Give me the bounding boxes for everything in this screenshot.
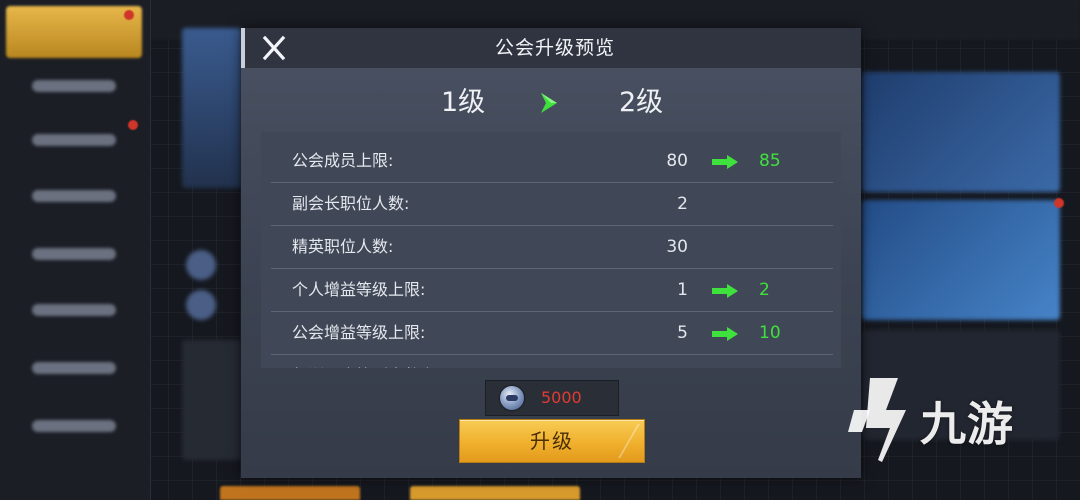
stat-current-value: 1 bbox=[677, 280, 688, 300]
background-icon bbox=[186, 250, 216, 280]
dialog-header: 公会升级预览 bbox=[241, 28, 861, 68]
stat-current-value: 80 bbox=[666, 151, 688, 171]
stat-row-personal-buff-limit: 个人增益等级上限: 1 2 bbox=[271, 269, 833, 312]
upgrade-stats-list[interactable]: 公会成员上限: 80 85 副会长职位人数: 2 精英职位人数: 30 个人增益… bbox=[261, 132, 841, 368]
background-button bbox=[410, 486, 580, 500]
stat-label: 部训公会等到人数上限 bbox=[292, 355, 452, 368]
chevron-right-icon bbox=[541, 93, 557, 113]
cost-value: 5000 bbox=[541, 388, 582, 407]
background-sidebar-item bbox=[14, 176, 138, 216]
jiuyou-watermark: 九游 bbox=[840, 370, 1060, 470]
background-sidebar-item bbox=[14, 120, 138, 160]
upgrade-button-label: 升级 bbox=[530, 429, 574, 453]
background-sidebar-active-tab bbox=[6, 6, 142, 58]
stat-label: 公会增益等级上限: bbox=[292, 323, 426, 342]
background-sidebar-item bbox=[14, 66, 138, 106]
background-banner bbox=[862, 72, 1060, 192]
stat-row-elite-slots: 精英职位人数: 30 bbox=[271, 226, 833, 269]
stat-current-value: 2 bbox=[677, 194, 688, 214]
stat-row-guild-buff-limit: 公会增益等级上限: 5 10 bbox=[271, 312, 833, 355]
watermark-text: 九游 bbox=[920, 397, 1014, 451]
notification-dot bbox=[128, 120, 138, 130]
background-sidebar-item bbox=[14, 348, 138, 388]
background-icon bbox=[186, 290, 216, 320]
stat-row-member-limit: 公会成员上限: 80 85 bbox=[271, 140, 833, 183]
stat-current-value: 40 bbox=[571, 355, 688, 368]
stat-next-value: 85 bbox=[759, 151, 781, 171]
arrow-right-icon bbox=[712, 284, 738, 298]
background-panel bbox=[182, 340, 242, 460]
background-button bbox=[220, 486, 360, 500]
current-level: 1级 bbox=[441, 87, 486, 118]
stat-label: 公会成员上限: bbox=[292, 151, 394, 170]
arrow-right-icon bbox=[712, 155, 738, 169]
stat-next-value: 2 bbox=[759, 280, 770, 300]
stat-current-value: 30 bbox=[666, 237, 688, 257]
arrow-right-icon bbox=[712, 327, 738, 341]
notification-dot bbox=[124, 10, 134, 20]
upgrade-cost: 5000 bbox=[485, 380, 619, 416]
background-sidebar-item bbox=[14, 290, 138, 330]
background-panel bbox=[182, 28, 242, 188]
upgrade-button[interactable]: 升级 bbox=[459, 419, 645, 463]
stat-next-value: 10 bbox=[759, 323, 781, 343]
silver-coin-icon bbox=[500, 386, 524, 410]
level-change: 1级 2级 bbox=[241, 78, 861, 128]
next-level: 2级 bbox=[619, 87, 664, 118]
background-sidebar-item bbox=[14, 406, 138, 446]
stat-row-vice-leader-slots: 副会长职位人数: 2 bbox=[271, 183, 833, 226]
stat-label: 精英职位人数: bbox=[292, 237, 394, 256]
background-banner bbox=[862, 200, 1060, 320]
stat-current-value: 5 bbox=[677, 323, 688, 343]
jiuyou-logo-icon bbox=[848, 378, 906, 462]
background-sidebar-item bbox=[14, 234, 138, 274]
background-sidebar bbox=[0, 0, 151, 500]
guild-upgrade-preview-dialog: 公会升级预览 1级 2级 公会成员上限: 80 85 副会长职位人数: 2 精英… bbox=[241, 28, 861, 478]
dialog-title: 公会升级预览 bbox=[494, 37, 615, 59]
stat-row-partial: 部训公会等到人数上限 40 bbox=[271, 355, 833, 368]
stat-label: 副会长职位人数: bbox=[292, 194, 410, 213]
notification-dot bbox=[1054, 198, 1064, 208]
stat-label: 个人增益等级上限: bbox=[292, 280, 426, 299]
